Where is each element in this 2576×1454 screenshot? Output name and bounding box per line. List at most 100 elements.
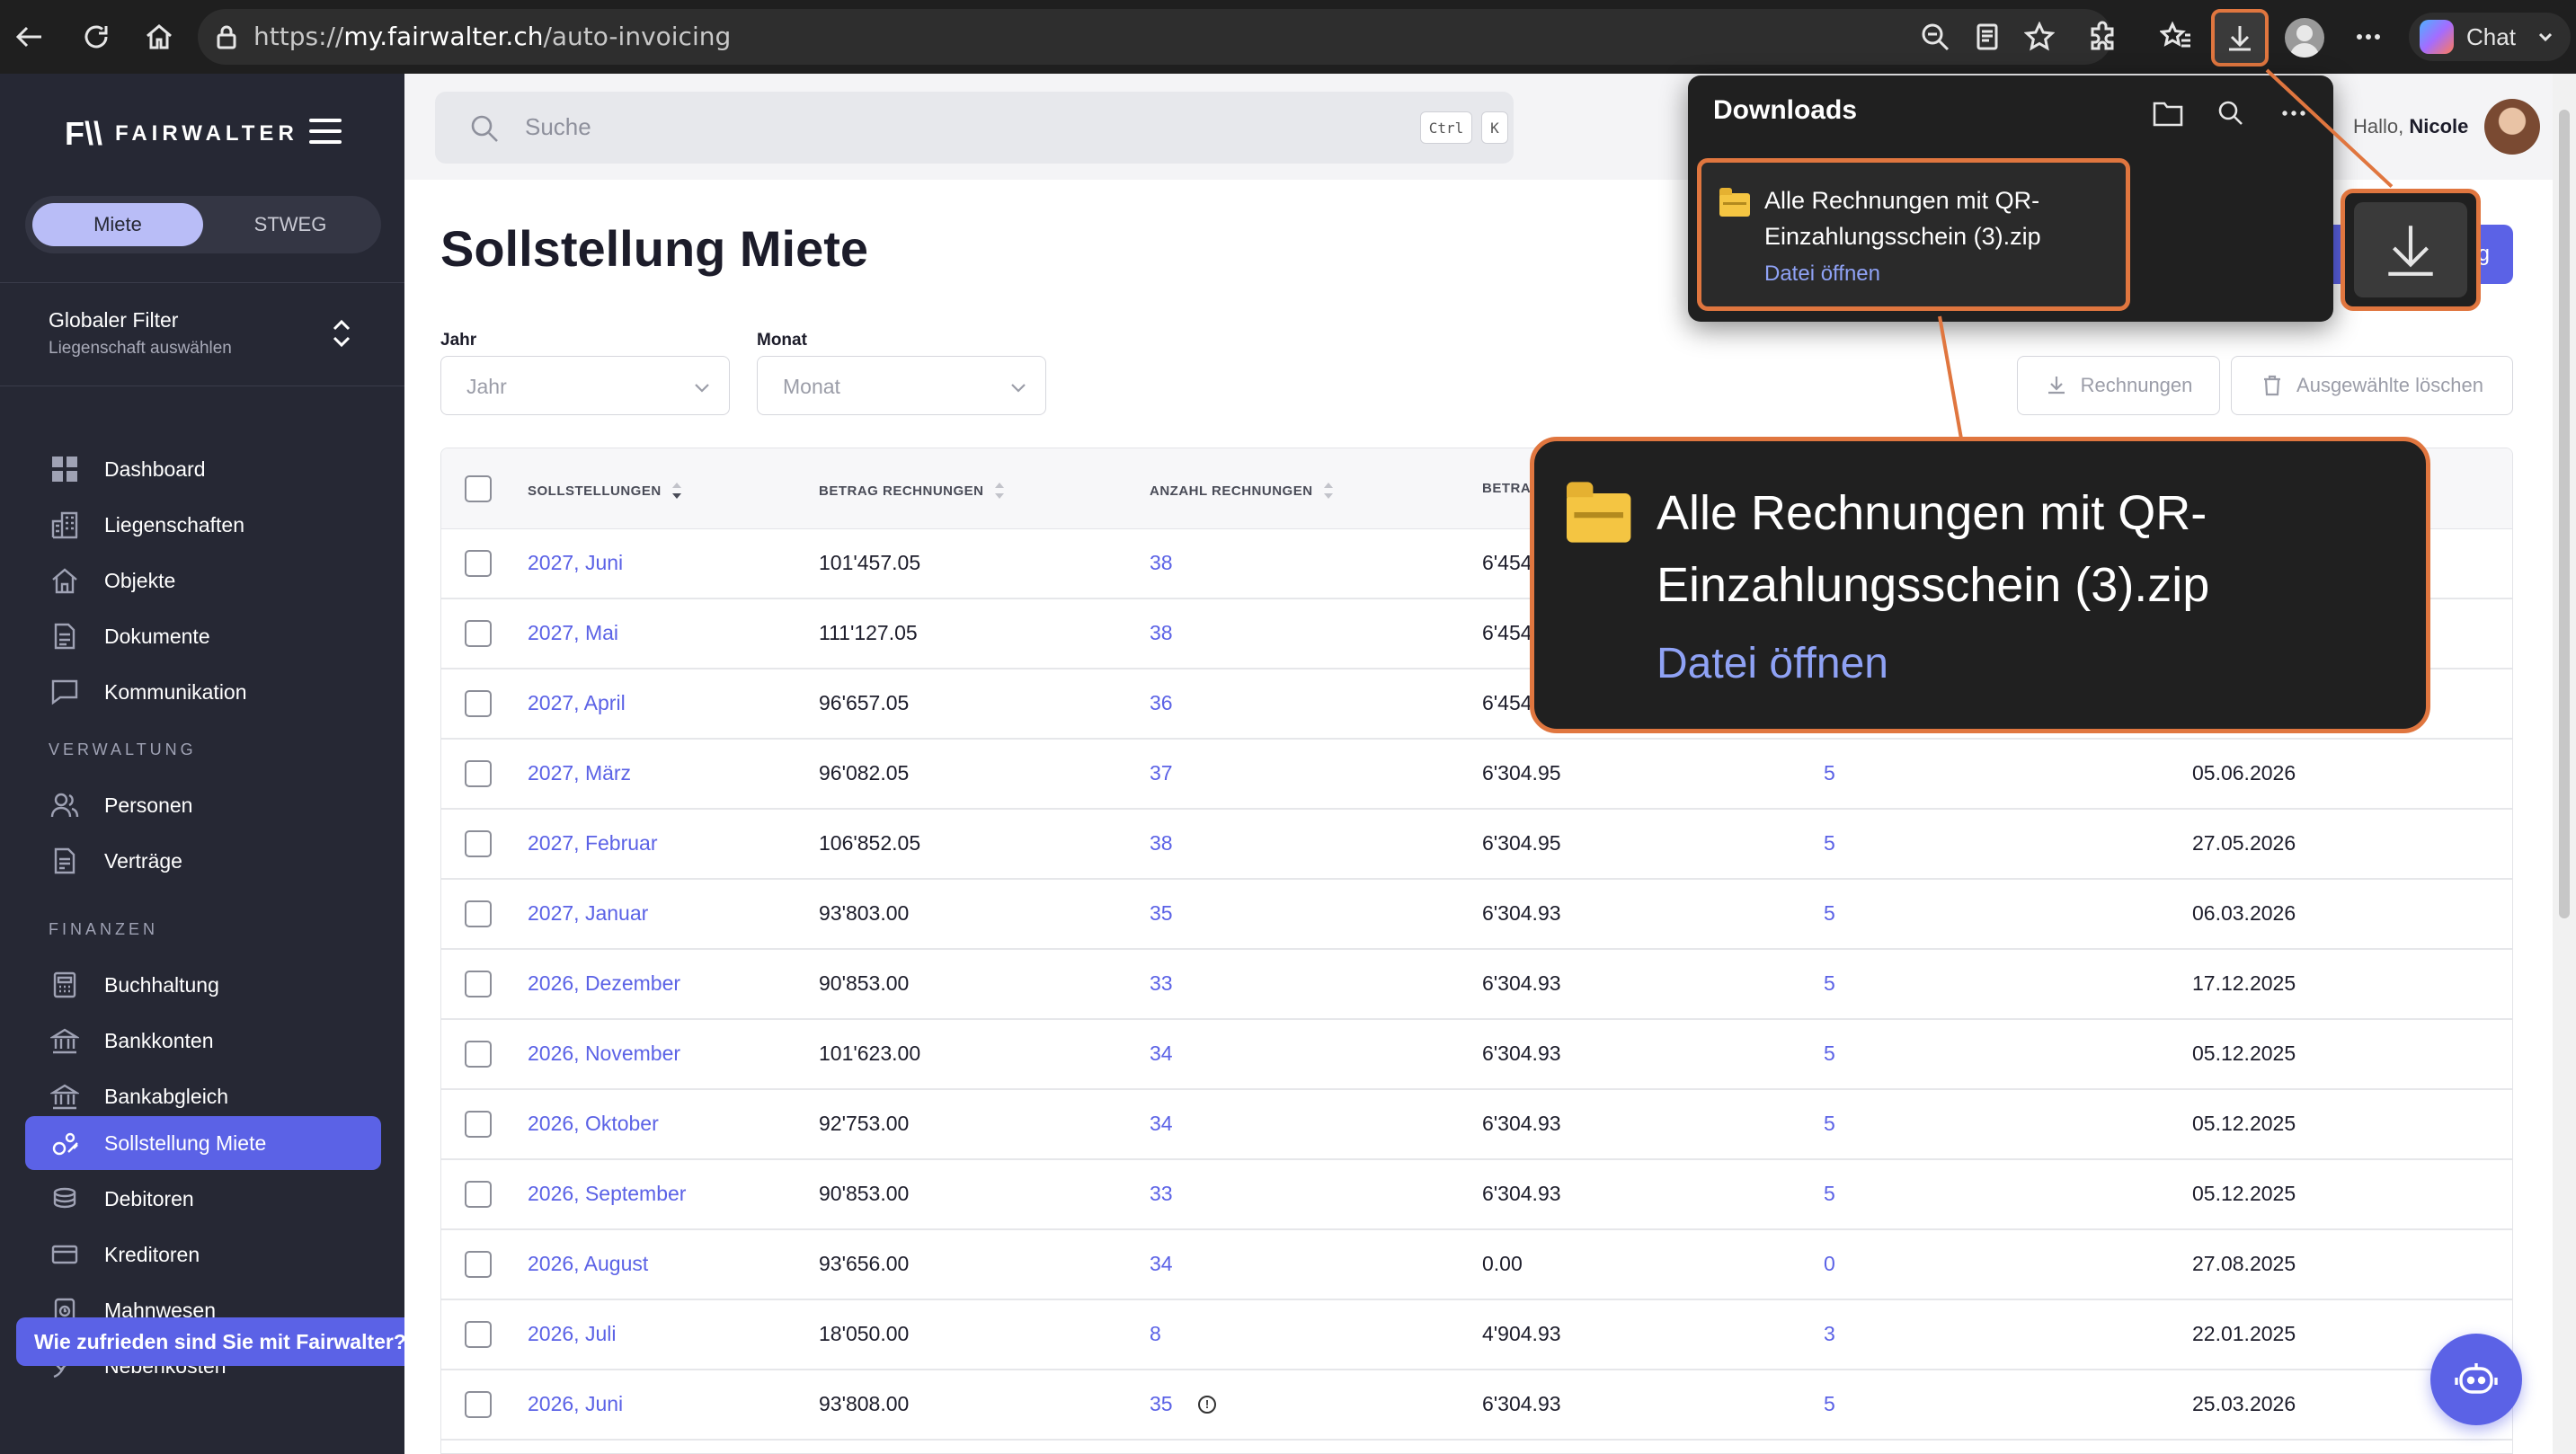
sidebar-item-sollstellung-miete[interactable]: Sollstellung Miete: [25, 1116, 381, 1170]
global-filter[interactable]: Globaler Filter Liegenschaft auswählen: [0, 282, 404, 386]
table-row[interactable]: 2027, März 96'082.05 37 6'304.95 5 05.06.2026: [441, 740, 2512, 810]
extensions-icon[interactable]: [2082, 16, 2123, 58]
cell-period[interactable]: 2026, September: [528, 1182, 686, 1206]
col-betrag-2[interactable]: BETRA: [1482, 481, 1531, 496]
cell-period[interactable]: 2027, Januar: [528, 901, 648, 926]
info-icon[interactable]: !: [1198, 1396, 1216, 1414]
cell-period[interactable]: 2026, November: [528, 1042, 680, 1066]
cell-count[interactable]: 8: [1150, 1322, 1161, 1346]
cell-period[interactable]: 2026, Oktober: [528, 1112, 659, 1136]
address-bar[interactable]: https://my.fairwalter.ch/auto-invoicing: [198, 9, 2112, 65]
cell-period[interactable]: 2027, Juni: [528, 551, 623, 575]
year-select[interactable]: Jahr: [440, 356, 730, 415]
select-all-checkbox[interactable]: [465, 475, 492, 502]
cell-period[interactable]: 2027, März: [528, 761, 631, 785]
cell-count[interactable]: 38: [1150, 831, 1173, 856]
sidebar-item-kommunikation[interactable]: Kommunikation: [25, 665, 381, 719]
toggle-miete[interactable]: Miete: [32, 203, 203, 246]
cell-count[interactable]: 34: [1150, 1252, 1173, 1276]
sidebar-item-dokumente[interactable]: Dokumente: [25, 609, 381, 663]
copilot-chat-button[interactable]: Chat: [2409, 13, 2571, 61]
cell-count-2[interactable]: 5: [1824, 831, 1835, 856]
cell-count[interactable]: 34: [1150, 1112, 1173, 1136]
chatbot-button[interactable]: [2430, 1334, 2522, 1425]
menu-icon[interactable]: [309, 119, 342, 144]
cell-period[interactable]: 2026, Juli: [528, 1322, 616, 1346]
table-row[interactable]: 2026, Juni 93'808.00 35 6'304.93 5 25.03.2026…: [441, 1370, 2512, 1441]
row-checkbox[interactable]: [465, 1321, 492, 1348]
cell-period[interactable]: 2026, August: [528, 1252, 648, 1276]
cell-count[interactable]: 37: [1150, 761, 1173, 785]
sidebar-item-vertraege[interactable]: Verträge: [25, 834, 381, 888]
sidebar-item-kreditoren[interactable]: Kreditoren: [25, 1228, 381, 1281]
sidebar-item-bankabgleich[interactable]: Bankabgleich: [25, 1069, 381, 1123]
col-betrag-rechnungen[interactable]: BETRAG RECHNUNGEN: [819, 481, 1006, 501]
more-options-icon[interactable]: [2348, 16, 2389, 58]
row-checkbox[interactable]: [465, 1181, 492, 1208]
favorites-icon[interactable]: [2155, 16, 2197, 58]
row-checkbox[interactable]: [465, 1251, 492, 1278]
cell-count[interactable]: 35: [1150, 1392, 1173, 1416]
page-scrollbar[interactable]: [2553, 74, 2576, 1454]
table-row[interactable]: 2027, Februar 106'852.05 38 6'304.95 5 27.05.…: [441, 810, 2512, 880]
sidebar-item-buchhaltung[interactable]: Buchhaltung: [25, 958, 381, 1012]
row-checkbox[interactable]: [465, 1391, 492, 1418]
row-checkbox[interactable]: [465, 620, 492, 647]
download-item[interactable]: Alle Rechnungen mit QR-Einzahlungsschein…: [1697, 158, 2130, 311]
delete-selected-button[interactable]: Ausgewählte löschen: [2231, 356, 2513, 415]
cell-count[interactable]: 36: [1150, 691, 1173, 715]
row-checkbox[interactable]: [465, 830, 492, 857]
reload-icon[interactable]: [74, 14, 119, 59]
open-folder-icon[interactable]: [2150, 95, 2186, 131]
cell-count-2[interactable]: 5: [1824, 1112, 1835, 1136]
open-file-link[interactable]: Datei öffnen: [1657, 639, 1888, 688]
cell-count-2[interactable]: 3: [1824, 1322, 1835, 1346]
table-row[interactable]: 2026, Dezember 90'853.00 33 6'304.93 5 17.12.…: [441, 950, 2512, 1020]
row-checkbox[interactable]: [465, 550, 492, 577]
cell-period[interactable]: 2027, April: [528, 691, 626, 715]
cell-period[interactable]: 2026, Dezember: [528, 971, 680, 996]
user-avatar[interactable]: [2484, 99, 2540, 155]
row-checkbox[interactable]: [465, 900, 492, 927]
cell-count[interactable]: 35: [1150, 901, 1173, 926]
profile-avatar[interactable]: [2285, 18, 2324, 58]
table-row[interactable]: 2026, August 93'656.00 34 0.00 0 27.08.2025: [441, 1230, 2512, 1300]
open-file-link[interactable]: Datei öffnen: [1764, 262, 1880, 287]
sidebar-item-dashboard[interactable]: Dashboard: [25, 442, 381, 496]
month-select[interactable]: Monat: [757, 356, 1046, 415]
cell-period[interactable]: 2027, Mai: [528, 621, 618, 645]
sidebar-item-debitoren[interactable]: Debitoren: [25, 1172, 381, 1226]
cell-count-2[interactable]: 5: [1824, 971, 1835, 996]
feedback-button[interactable]: Wie zufrieden sind Sie mit Fairwalter?: [16, 1317, 424, 1366]
cell-count[interactable]: 38: [1150, 551, 1173, 575]
search-icon[interactable]: [2213, 95, 2249, 131]
sidebar-item-liegenschaften[interactable]: Liegenschaften: [25, 498, 381, 552]
table-row[interactable]: 2026, Oktober 92'753.00 34 6'304.93 5 05.12.2…: [441, 1090, 2512, 1160]
search-input[interactable]: Suche Ctrl K: [435, 92, 1514, 164]
cell-count-2[interactable]: 5: [1824, 1042, 1835, 1066]
cell-count[interactable]: 34: [1150, 1042, 1173, 1066]
sidebar-item-bankkonten[interactable]: Bankkonten: [25, 1014, 381, 1068]
home-icon[interactable]: [137, 14, 182, 59]
col-sollstellungen[interactable]: SOLLSTELLUNGEN: [528, 481, 683, 501]
cell-count[interactable]: 38: [1150, 621, 1173, 645]
cell-period[interactable]: 2026, Juni: [528, 1392, 623, 1416]
table-row[interactable]: 2026, Juli 18'050.00 8 4'904.93 3 22.01.2025: [441, 1300, 2512, 1370]
cell-count-2[interactable]: 5: [1824, 1182, 1835, 1206]
cell-period[interactable]: 2027, Februar: [528, 831, 657, 856]
col-anzahl-rechnungen[interactable]: ANZAHL RECHNUNGEN: [1150, 481, 1335, 501]
cell-count-2[interactable]: 5: [1824, 1392, 1835, 1416]
sidebar-item-objekte[interactable]: Objekte: [25, 554, 381, 607]
cell-count[interactable]: 33: [1150, 1182, 1173, 1206]
reader-mode-icon[interactable]: [1972, 22, 2003, 52]
table-row[interactable]: 2027, Januar 93'803.00 35 6'304.93 5 06.03.20…: [441, 880, 2512, 950]
cell-count[interactable]: 33: [1150, 971, 1173, 996]
downloads-button[interactable]: [2211, 9, 2269, 66]
more-options-icon[interactable]: [2276, 95, 2312, 131]
zoom-out-icon[interactable]: [1920, 22, 1950, 52]
sidebar-item-personen[interactable]: Personen: [25, 778, 381, 832]
download-invoices-button[interactable]: Rechnungen: [2017, 356, 2220, 415]
toggle-stweg[interactable]: STWEG: [205, 203, 376, 246]
cell-count-2[interactable]: 0: [1824, 1252, 1835, 1276]
favorite-star-icon[interactable]: [2023, 21, 2056, 52]
